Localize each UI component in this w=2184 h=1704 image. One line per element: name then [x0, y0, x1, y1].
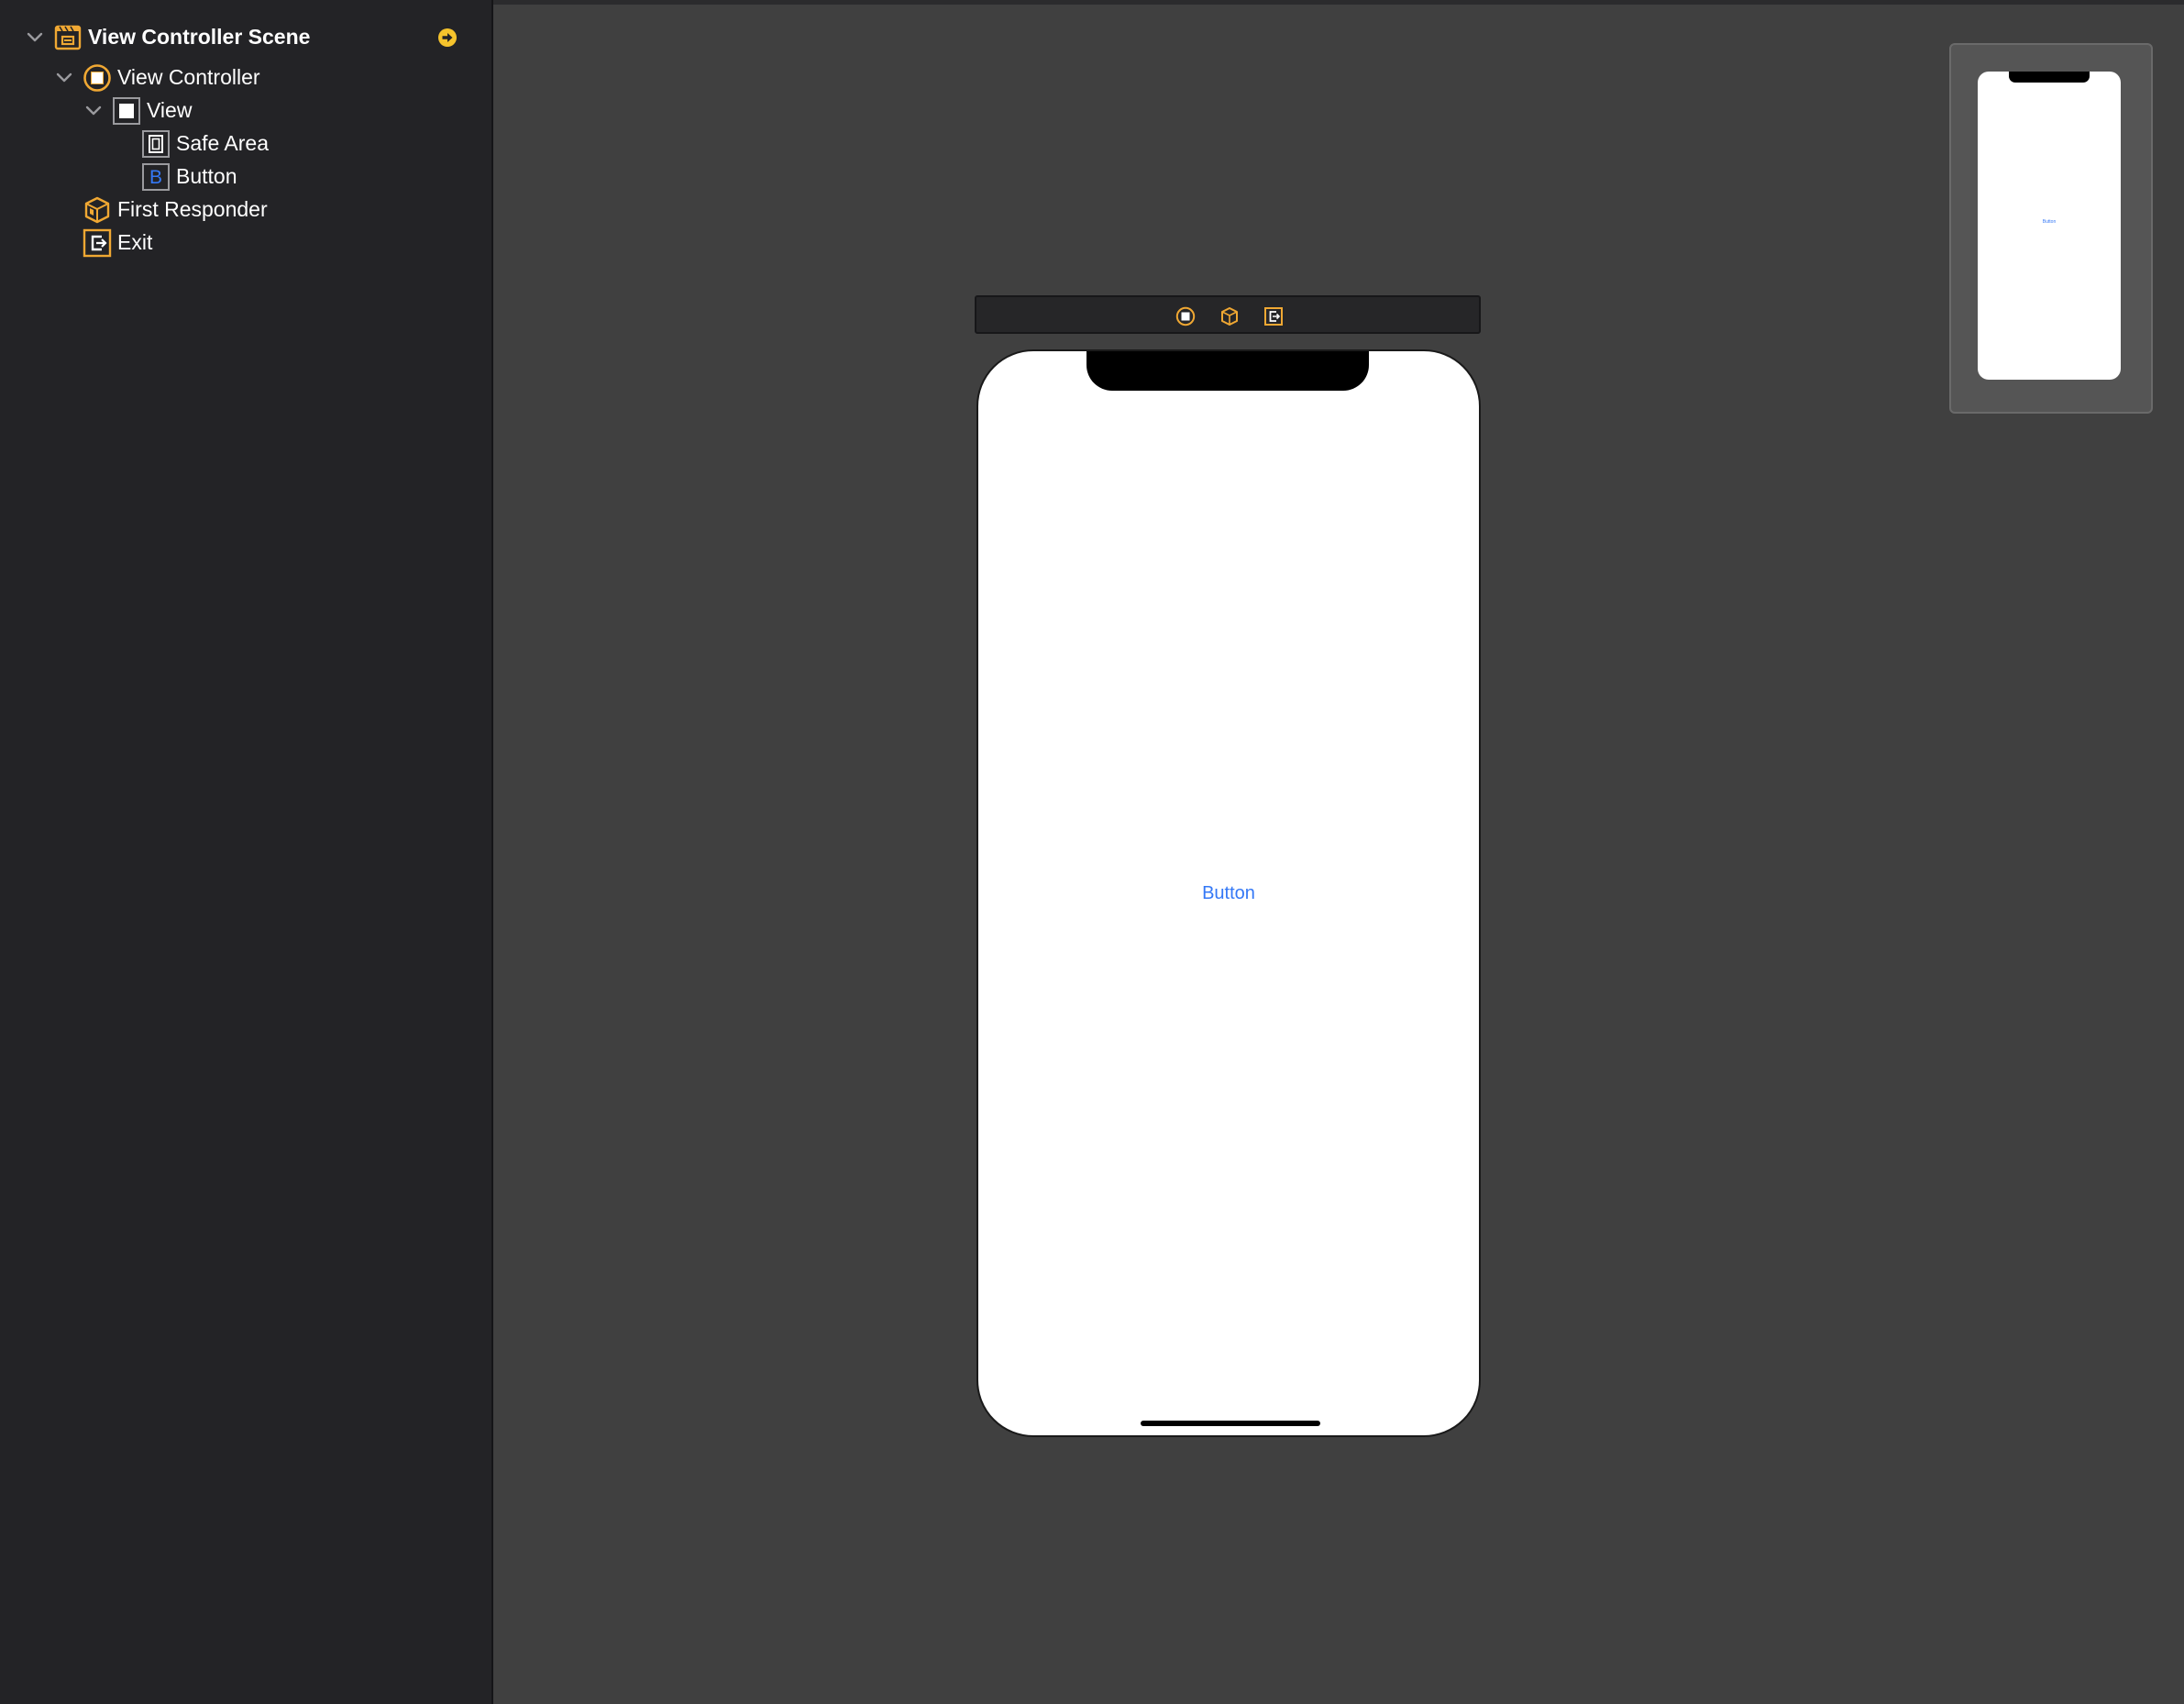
button-label: Button — [176, 164, 237, 188]
outline-row-first-responder[interactable]: First Responder — [0, 194, 493, 227]
minimap-button: Button — [2042, 219, 2057, 225]
first-responder-icon — [83, 195, 112, 225]
outline-row-view[interactable]: View — [0, 94, 493, 127]
outline-row-safe-area[interactable]: Safe Area — [0, 127, 493, 160]
view-icon — [112, 96, 141, 126]
chevron-down-icon[interactable] — [23, 26, 47, 50]
button-icon-letter: B — [149, 167, 162, 188]
chevron-down-icon[interactable] — [82, 99, 105, 123]
button-icon: B — [141, 162, 171, 192]
view-controller-label: View Controller — [117, 65, 260, 89]
minimap[interactable]: Button — [1949, 43, 2153, 414]
view-controller-icon — [83, 63, 112, 93]
scene-label: View Controller Scene — [88, 25, 311, 49]
minimap-device: Button — [1978, 72, 2121, 380]
device-notch — [1086, 351, 1369, 391]
safe-area-label: Safe Area — [176, 131, 270, 155]
exit-icon — [83, 228, 112, 258]
outline-row-button[interactable]: B Button — [0, 160, 493, 194]
view-label: View — [147, 98, 193, 122]
home-indicator — [1141, 1421, 1320, 1426]
first-responder-label: First Responder — [117, 197, 268, 221]
view-controller-icon[interactable] — [1175, 306, 1196, 326]
canvas-button[interactable]: Button — [978, 883, 1479, 904]
document-outline: View Controller Scene View Controller Vi… — [0, 0, 493, 1704]
outline-row-view-controller[interactable]: View Controller — [0, 61, 493, 94]
minimap-notch — [2009, 72, 2090, 83]
scene-entry-arrow-icon[interactable] — [436, 27, 458, 49]
chevron-down-icon[interactable] — [52, 66, 76, 90]
outline-row-scene[interactable]: View Controller Scene — [0, 21, 493, 54]
scene-dock[interactable] — [975, 295, 1481, 334]
exit-label: Exit — [117, 230, 153, 254]
exit-icon[interactable] — [1263, 306, 1284, 326]
outline-row-exit[interactable]: Exit — [0, 227, 493, 260]
first-responder-icon[interactable] — [1219, 306, 1240, 326]
device-frame[interactable]: Button — [976, 349, 1481, 1437]
scene-icon — [53, 23, 83, 52]
safe-area-icon — [141, 129, 171, 159]
